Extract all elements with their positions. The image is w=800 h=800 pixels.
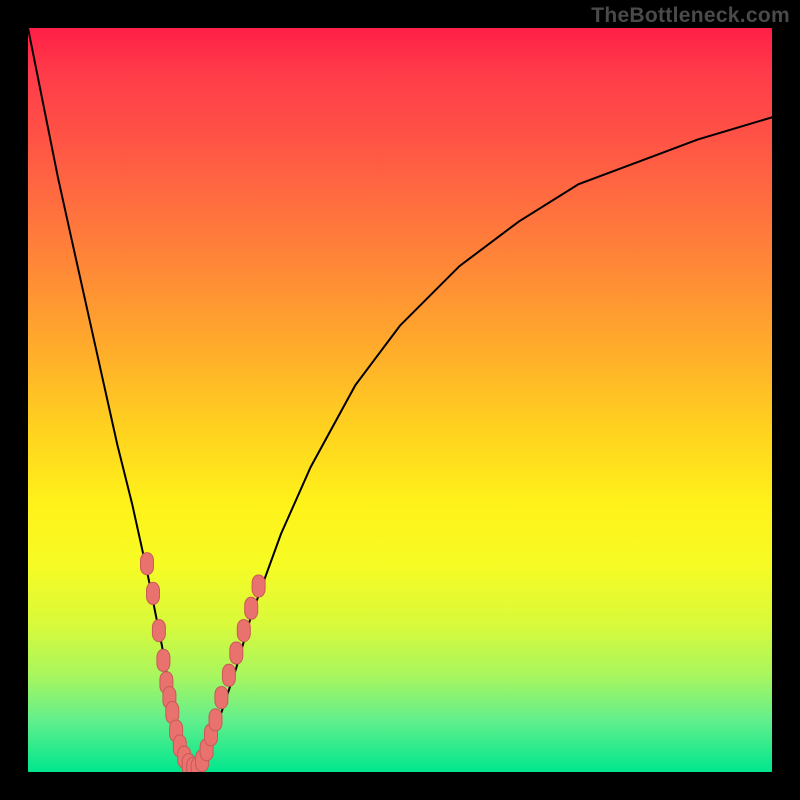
watermark-text: TheBottleneck.com bbox=[591, 4, 790, 28]
highlight-marker bbox=[141, 553, 154, 575]
highlight-marker bbox=[222, 664, 235, 686]
highlight-marker bbox=[237, 620, 250, 642]
highlight-marker bbox=[209, 709, 222, 731]
highlight-marker bbox=[230, 642, 243, 664]
highlighted-points bbox=[141, 553, 266, 772]
plot-area bbox=[28, 28, 772, 772]
curve-layer bbox=[28, 28, 772, 772]
highlight-marker bbox=[215, 687, 228, 709]
chart-frame: TheBottleneck.com bbox=[0, 0, 800, 800]
highlight-marker bbox=[152, 620, 165, 642]
highlight-marker bbox=[157, 649, 170, 671]
highlight-marker bbox=[252, 575, 265, 597]
highlight-marker bbox=[245, 597, 258, 619]
bottleneck-curve bbox=[28, 28, 772, 772]
highlight-marker bbox=[147, 582, 160, 604]
